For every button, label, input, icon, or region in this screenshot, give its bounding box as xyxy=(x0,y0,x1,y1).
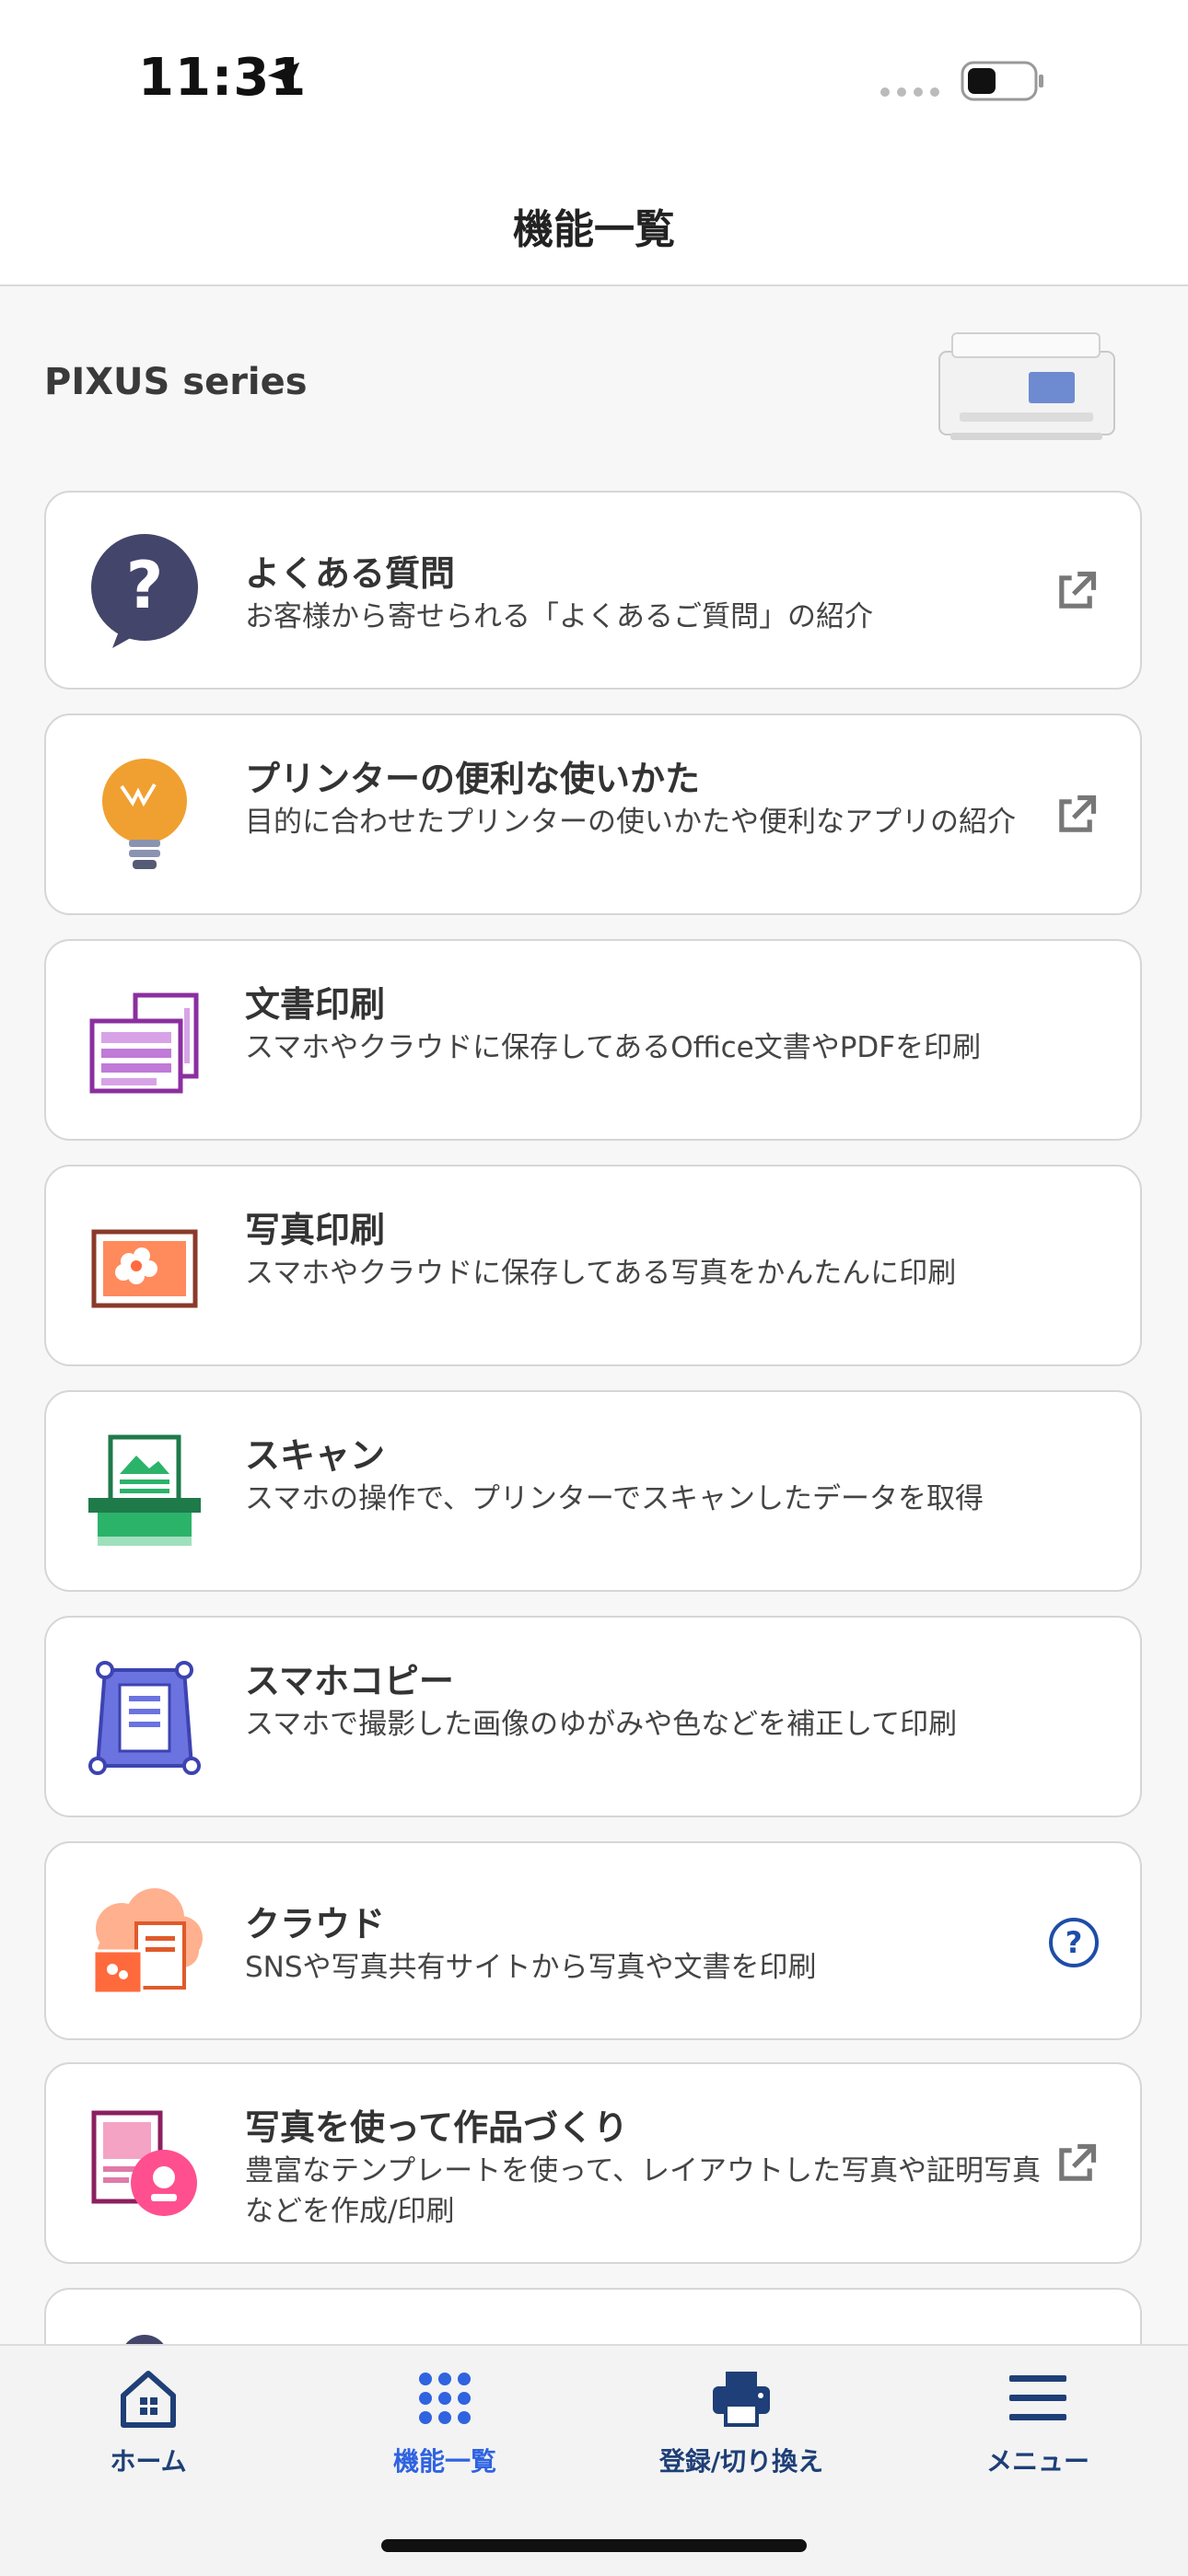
feature-card-photo-creation[interactable]: 写真を使って作品づくり 豊富なテンプレートを使って、レイアウトした写真や証明写真… xyxy=(44,2062,1142,2264)
external-link-icon[interactable] xyxy=(1052,2141,1100,2188)
feature-card-scan[interactable]: スキャン スマホの操作で、プリンターでスキャンしたデータを取得 xyxy=(44,1390,1142,1592)
card-description: スマホの操作で、プリンターでスキャンしたデータを取得 xyxy=(245,1482,984,1515)
card-title: 写真を使って作品づくり xyxy=(245,2107,629,2148)
tab-label: 機能一覧 xyxy=(392,2446,496,2477)
feature-card-faq[interactable]: ? よくある質問 お客様から寄せられる「よくあるご質問」の紹介 xyxy=(44,491,1142,690)
card-title: スマホコピー xyxy=(245,1661,454,1701)
grid-icon xyxy=(419,2373,471,2424)
feature-card-tips[interactable]: プリンターの便利な使いかた 目的に合わせたプリンターの使いかたや便利なアプリの紹… xyxy=(44,714,1142,915)
card-description: 目的に合わせたプリンターの使いかたや便利なアプリの紹介 xyxy=(245,806,1016,839)
printer-icon xyxy=(713,2372,770,2427)
feature-card-photo-print[interactable]: 写真印刷 スマホやクラウドに保存してある写真をかんたんに印刷 xyxy=(44,1165,1142,1366)
external-link-icon[interactable] xyxy=(1052,568,1100,616)
card-title: スキャン xyxy=(245,1435,386,1476)
card-description: スマホで撮影した画像のゆがみや色などを補正して印刷 xyxy=(245,1708,958,1741)
printer-name: PIXUS series xyxy=(44,361,308,403)
page-title: 機能一覧 xyxy=(513,206,675,253)
document-print-icon xyxy=(89,992,199,1094)
external-link-icon[interactable] xyxy=(1052,792,1100,840)
card-title: プリンターの便利な使いかた xyxy=(245,759,701,799)
card-title: 文書印刷 xyxy=(245,984,386,1025)
card-description: スマホやクラウドに保存してあるOffice文書やPDFを印刷 xyxy=(245,1031,982,1064)
card-description: SNSや写真共有サイトから写真や文書を印刷 xyxy=(245,1951,817,1984)
feature-card-document-print[interactable]: 文書印刷 スマホやクラウドに保存してあるOffice文書やPDFを印刷 xyxy=(44,939,1142,1141)
feature-card-cloud[interactable]: クラウド SNSや写真共有サイトから写真や文書を印刷 ? xyxy=(44,1841,1142,2040)
scan-icon xyxy=(88,1434,201,1546)
feature-card-smartphone-copy[interactable]: スマホコピー スマホで撮影した画像のゆがみや色などを補正して印刷 xyxy=(44,1616,1142,1817)
signal-dots-icon xyxy=(880,87,939,97)
svg-text:?: ? xyxy=(126,548,164,623)
home-icon xyxy=(121,2371,176,2428)
card-title: 写真印刷 xyxy=(245,1210,386,1250)
battery-icon xyxy=(961,61,1043,101)
tab-label: ホーム xyxy=(110,2446,187,2477)
hamburger-menu-icon xyxy=(1009,2375,1066,2420)
status-bar: 11:31 xyxy=(0,0,1188,161)
tab-menu[interactable]: メニュー xyxy=(890,2346,1186,2530)
tab-home[interactable]: ホーム xyxy=(0,2346,297,2530)
home-indicator[interactable] xyxy=(381,2539,807,2552)
lightbulb-icon xyxy=(102,759,187,869)
tab-register-switch[interactable]: 登録/切り換え xyxy=(593,2346,890,2530)
card-description: スマホやクラウドに保存してある写真をかんたんに印刷 xyxy=(245,1257,957,1290)
tab-label: 登録/切り換え xyxy=(658,2446,824,2477)
card-description: お客様から寄せられる「よくあるご質問」の紹介 xyxy=(245,600,873,633)
card-description: 豊富なテンプレートを使って、レイアウトした写真や証明写真などを作成/印刷 xyxy=(245,2154,1041,2228)
photo-print-icon xyxy=(91,1229,198,1308)
faq-icon: ? xyxy=(91,534,198,648)
smartphone-copy-icon xyxy=(88,1661,201,1775)
cloud-icon xyxy=(92,1888,203,1995)
navigation-bar: 機能一覧 xyxy=(0,161,1188,286)
card-title: よくある質問 xyxy=(245,553,456,594)
tab-features[interactable]: 機能一覧 xyxy=(297,2346,593,2530)
card-title: クラウド xyxy=(245,1904,386,1944)
printer-image xyxy=(938,332,1115,440)
location-arrow-icon xyxy=(267,62,300,95)
photo-creation-icon xyxy=(91,2110,197,2216)
svg-text:?: ? xyxy=(1066,1925,1083,1960)
help-icon[interactable]: ? xyxy=(1048,1917,1100,1968)
tab-label: メニュー xyxy=(985,2446,1089,2477)
